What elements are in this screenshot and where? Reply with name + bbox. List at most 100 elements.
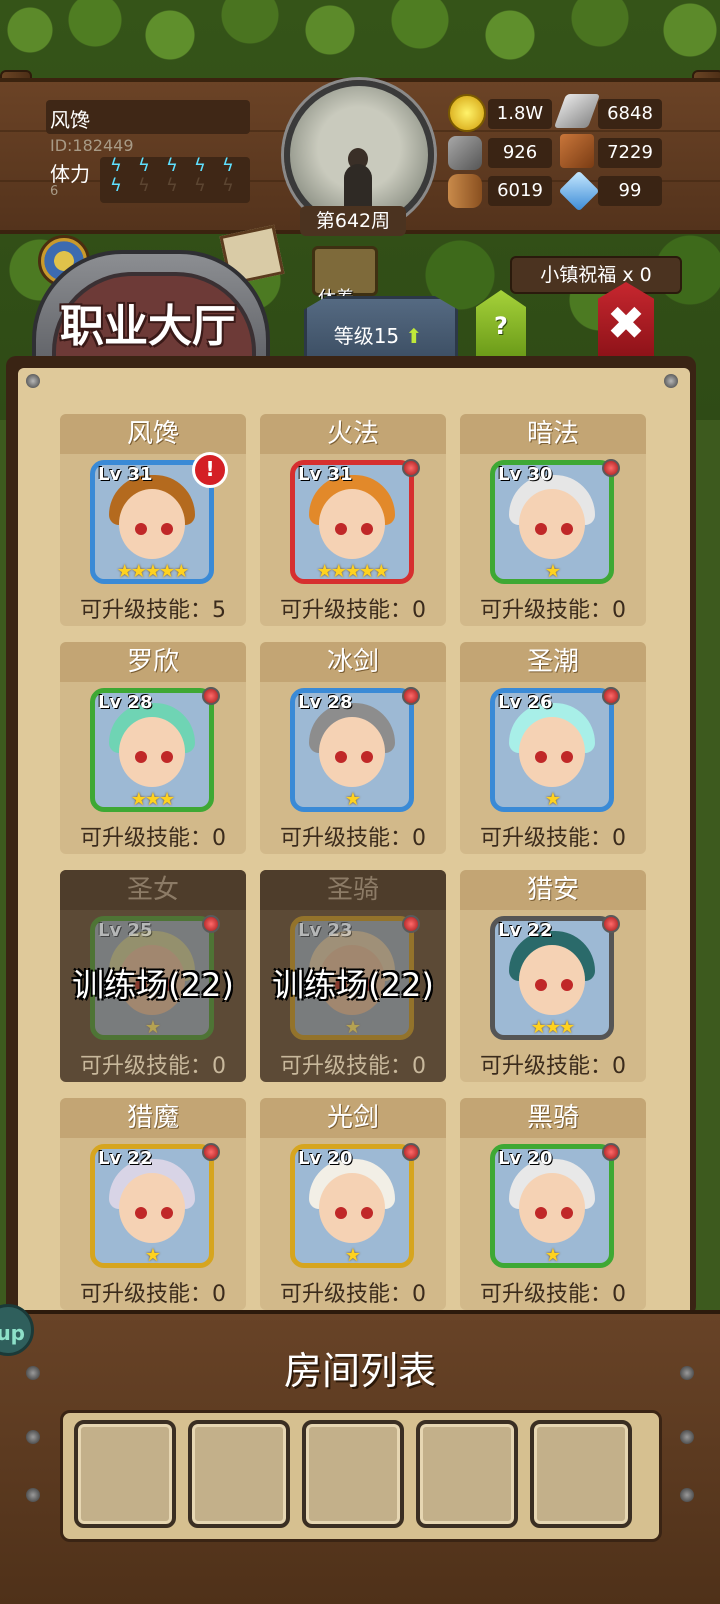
stamina-bolt-icon: ϟ [194,155,206,176]
hero-level: Lv 20 [298,1148,353,1169]
hero-level: Lv 31 [98,464,153,485]
hero-card[interactable]: 圣骑 Lv 23 ★ 训练场(22) 可升级技能：0 [260,870,446,1082]
room-list-title: 房间列表 [283,1349,436,1393]
leather-amount: 7229 [598,138,662,168]
notification-dot-icon [402,1143,420,1161]
hero-card[interactable]: 罗欣 Lv 28 ★★★ 可升级技能：0 [60,642,246,854]
notification-dot-icon [202,1143,220,1161]
notification-dot-icon [402,687,420,705]
hero-level: Lv 23 [298,920,353,941]
arrow-up-icon: ⬆ [405,324,423,348]
upgradable-skills: 可升级技能：0 [480,1054,626,1079]
star-rating-icon: ★ [344,1017,361,1038]
level-button-label[interactable]: 等级15 ⬆ [304,320,452,349]
rivet-icon [26,374,40,388]
upgradable-skills: 可升级技能：0 [80,826,226,851]
upgradable-skills: 可升级技能：0 [280,826,426,851]
hero-name: 风馋 [60,414,246,454]
stone-amount: 926 [488,138,552,168]
hero-card[interactable]: 暗法 Lv 30 ★ 可升级技能：0 [460,414,646,626]
hero-name: 猎魔 [60,1098,246,1138]
upgradable-skills: 可升级技能：0 [80,1054,226,1079]
gold-amount: 1.8W [488,99,552,129]
star-rating-icon: ★ [344,1245,361,1266]
hero-name: 冰剑 [260,642,446,682]
alert-icon: ! [192,452,228,488]
star-rating-icon: ★ [544,561,561,582]
hero-name: 圣骑 [260,870,446,910]
notification-dot-icon [602,687,620,705]
upgradable-skills: 可升级技能：0 [280,1282,426,1307]
leather-icon [560,134,594,168]
rivet-icon [26,1488,40,1502]
star-rating-icon: ★ [544,1245,561,1266]
wood-log-icon [448,174,482,208]
upgradable-skills: 可升级技能：5 [80,598,226,623]
hero-panel: 风馋 Lv 31 ★★★★★! 可升级技能：5 火法 Lv 31 ★★★★★ 可升级技能：0 暗… [18,368,690,1316]
stamina-bolt-icon: ϟ [222,155,234,176]
room-slot[interactable] [302,1420,404,1528]
star-rating-icon: ★★★ [130,789,175,810]
hero-card[interactable]: 猎安 Lv 22 ★★★ 可升级技能：0 [460,870,646,1082]
hero-name: 猎安 [460,870,646,910]
room-slot[interactable] [74,1420,176,1528]
upgradable-skills: 可升级技能：0 [280,1054,426,1079]
stamina-bar: ϟϟϟϟϟϟϟϟϟϟ [100,155,250,203]
week-counter: 第642周 [300,206,406,236]
gold-coin-icon [448,94,486,132]
upgradable-skills: 可升级技能：0 [80,1282,226,1307]
star-rating-icon: ★ [344,789,361,810]
hero-card[interactable]: 猎魔 Lv 22 ★ 可升级技能：0 [60,1098,246,1310]
player-name: 风馋 [50,108,90,132]
hero-level: Lv 20 [498,1148,553,1169]
hall-title: 职业大厅 [60,301,236,352]
star-rating-icon: ★ [144,1245,161,1266]
hero-level: Lv 28 [98,692,153,713]
hero-level: Lv 22 [98,1148,153,1169]
notification-dot-icon [202,687,220,705]
hero-name: 罗欣 [60,642,246,682]
stamina-bolt-icon: ϟ [138,175,150,196]
rivet-icon [26,1430,40,1444]
room-slot[interactable] [416,1420,518,1528]
hero-level: Lv 26 [498,692,553,713]
hero-name: 圣潮 [460,642,646,682]
stamina-bolt-icon: ϟ [110,155,122,176]
upgradable-skills: 可升级技能：0 [480,598,626,623]
close-icon[interactable]: ✖ [598,296,654,350]
star-rating-icon: ★★★★★ [316,561,390,582]
upgradable-skills: 可升级技能：0 [480,826,626,851]
hero-card[interactable]: 圣女 Lv 25 ★ 训练场(22) 可升级技能：0 [60,870,246,1082]
hero-level: Lv 28 [298,692,353,713]
hero-card[interactable]: 火法 Lv 31 ★★★★★ 可升级技能：0 [260,414,446,626]
hero-card[interactable]: 黑骑 Lv 20 ★ 可升级技能：0 [460,1098,646,1310]
stamina-bolt-icon: ϟ [222,175,234,196]
room-slot[interactable] [188,1420,290,1528]
stamina-value: 6 [50,184,59,199]
hero-card[interactable]: 圣潮 Lv 26 ★ 可升级技能：0 [460,642,646,854]
rivet-icon [664,374,678,388]
town-blessing-badge: 小镇祝福 x 0 [510,256,682,294]
hero-card[interactable]: 光剑 Lv 20 ★ 可升级技能：0 [260,1098,446,1310]
hero-card[interactable]: 风馋 Lv 31 ★★★★★! 可升级技能：5 [60,414,246,626]
help-button-label[interactable]: ? [476,312,526,340]
upgradable-skills: 可升级技能：0 [480,1282,626,1307]
hero-card[interactable]: 冰剑 Lv 28 ★ 可升级技能：0 [260,642,446,854]
training-ground-label: 训练场(22) [72,966,234,1004]
stamina-bolt-icon: ϟ [166,175,178,196]
notification-dot-icon [602,459,620,477]
hero-name: 暗法 [460,414,646,454]
crystal-amount: 99 [598,176,662,206]
star-rating-icon: ★ [144,1017,161,1038]
room-slot[interactable] [530,1420,632,1528]
star-rating-icon: ★★★★★ [116,561,190,582]
star-rating-icon: ★★★ [530,1017,575,1038]
hero-name: 圣女 [60,870,246,910]
stamina-bolt-icon: ϟ [110,175,122,196]
stamina-bolt-icon: ϟ [166,155,178,176]
notification-dot-icon [402,915,420,933]
stamina-bolt-icon: ϟ [138,155,150,176]
upgradable-skills: 可升级技能：0 [280,598,426,623]
hero-level: Lv 22 [498,920,553,941]
star-rating-icon: ★ [544,789,561,810]
